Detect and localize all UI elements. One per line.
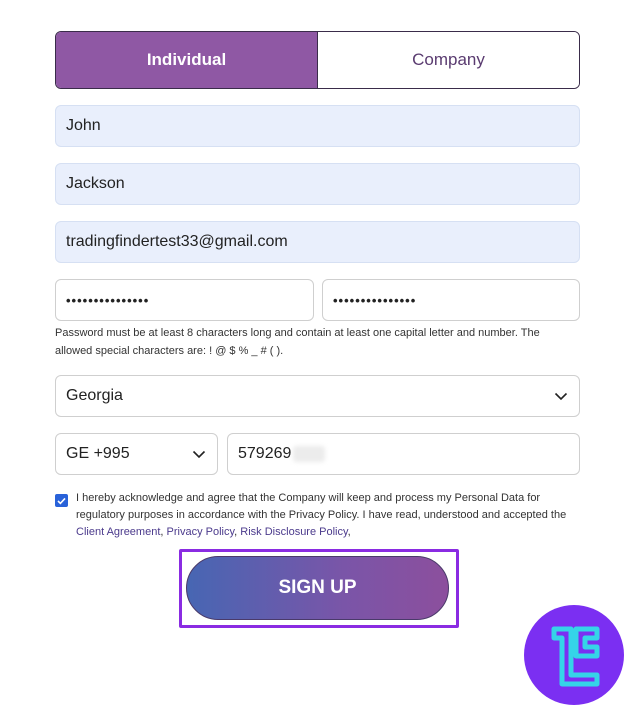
consent-text: I hereby acknowledge and agree that the …: [76, 490, 580, 541]
checkmark-icon: [57, 497, 66, 505]
consent-body: I hereby acknowledge and agree that the …: [76, 492, 567, 521]
phone-code-select[interactable]: GE +995: [55, 433, 218, 475]
last-name-value: Jackson: [66, 175, 125, 192]
tab-individual[interactable]: Individual: [56, 32, 317, 88]
confirm-password-input[interactable]: •••••••••••••••: [322, 279, 580, 321]
consent-checkbox[interactable]: [55, 494, 68, 507]
email-value: tradingfindertest33@gmail.com: [66, 233, 288, 250]
tab-company[interactable]: Company: [317, 32, 579, 88]
consent-row: I hereby acknowledge and agree that the …: [55, 490, 580, 541]
confirm-password-value: •••••••••••••••: [333, 292, 417, 308]
privacy-policy-link[interactable]: Privacy Policy: [167, 526, 235, 538]
country-value: Georgia: [66, 387, 123, 404]
redacted-digits: [293, 446, 326, 462]
phone-number-input[interactable]: 579269: [227, 433, 580, 475]
account-type-tabs: Individual Company: [55, 31, 580, 89]
chevron-down-icon: [191, 446, 207, 462]
phone-code-value: GE +995: [66, 445, 130, 462]
phone-number-value: 579269: [238, 445, 292, 462]
country-select[interactable]: Georgia: [55, 375, 580, 417]
last-name-input[interactable]: Jackson: [55, 163, 580, 205]
sign-up-button[interactable]: SIGN UP: [186, 556, 449, 620]
password-value: •••••••••••••••: [66, 292, 150, 308]
risk-disclosure-link[interactable]: Risk Disclosure Policy: [240, 526, 347, 538]
client-agreement-link[interactable]: Client Agreement: [76, 526, 160, 538]
password-hint: Password must be at least 8 characters l…: [55, 327, 540, 357]
password-input[interactable]: •••••••••••••••: [55, 279, 314, 321]
first-name-value: John: [66, 117, 101, 134]
email-input[interactable]: tradingfindertest33@gmail.com: [55, 221, 580, 263]
first-name-input[interactable]: John: [55, 105, 580, 147]
consent-separator: ,: [347, 526, 351, 538]
chevron-down-icon: [553, 388, 569, 404]
brand-logo: [524, 605, 624, 705]
